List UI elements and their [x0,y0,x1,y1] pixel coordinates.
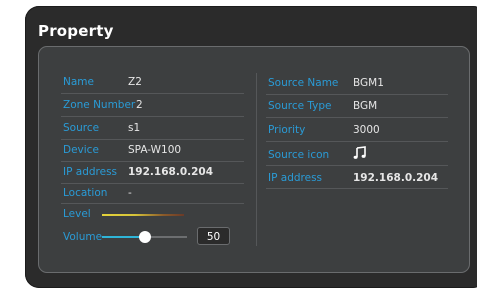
volume-slider-handle[interactable] [138,231,151,243]
source-name-value: BGM1 [353,77,384,89]
panel-title: Property [38,22,114,40]
source-type-label: Source Type [268,100,332,112]
name-label: Name [63,76,94,88]
source-type-row: Source Type BGM [268,96,448,116]
divider-line [266,188,448,189]
device-row: Device SPA-W100 [63,140,243,160]
source-type-value: BGM [353,100,378,112]
source-name-row: Source Name BGM1 [268,73,448,93]
source-ip-address-row: IP address 192.168.0.204 [268,168,448,188]
column-divider [256,73,257,246]
ip-address-value: 192.168.0.204 [128,166,214,178]
location-value: - [128,187,132,199]
device-label: Device [63,144,99,156]
source-name-label: Source Name [268,77,339,89]
location-row: Location - [63,183,243,203]
priority-value: 3000 [353,124,380,136]
priority-label: Priority [268,124,306,136]
divider-line [61,93,244,94]
location-label: Location [63,187,108,199]
name-row: Name Z2 [63,72,243,92]
source-row: Source s1 [63,118,243,138]
divider-line [266,94,448,95]
level-label: Level [63,208,91,220]
source-value: s1 [128,122,141,134]
name-value: Z2 [128,76,142,88]
volume-slider[interactable] [102,231,187,243]
volume-label: Volume [63,231,103,243]
ip-address-label: IP address [63,166,118,178]
source-label: Source [63,122,100,134]
source-ip-address-value: 192.168.0.204 [353,172,439,184]
source-icon-label: Source icon [268,149,330,161]
volume-value-field[interactable]: 50 [197,227,230,245]
priority-row: Priority 3000 [268,120,448,140]
source-icon-row: Source icon [268,145,348,165]
divider-line [61,116,244,117]
zone-number-label: Zone Number [63,99,136,111]
zone-number-row: Zone Number 2 [63,95,243,115]
device-value: SPA-W100 [128,144,182,156]
divider-line [266,117,448,118]
source-ip-address-label: IP address [268,172,323,184]
ip-address-row: IP address 192.168.0.204 [63,162,243,182]
level-row: Level [63,204,103,224]
divider-line [266,165,448,166]
music-note-icon [353,146,366,159]
level-meter [102,214,184,216]
divider-line [266,141,448,142]
zone-number-value: 2 [136,99,143,111]
